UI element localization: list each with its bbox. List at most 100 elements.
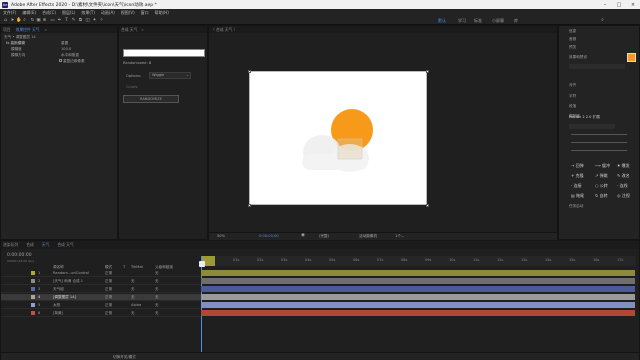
layer-mode[interactable]: 正常 — [105, 279, 112, 284]
corner-handle[interactable] — [426, 70, 429, 73]
layer-label-color[interactable] — [31, 303, 35, 307]
motion-button-link[interactable]: · 连接 — [571, 183, 582, 189]
layer-bar[interactable] — [201, 294, 635, 300]
motion-dropdown[interactable] — [569, 124, 615, 129]
motion-button-burst[interactable]: ✷ 爆发 — [617, 163, 630, 169]
menu-help[interactable]: 帮助(H) — [155, 10, 169, 16]
quality-select[interactable]: (完整) — [319, 234, 329, 239]
roto-brush-tool-icon[interactable]: ✦ — [92, 18, 97, 23]
layer-mode[interactable]: 正常 — [105, 303, 112, 308]
layer-parent[interactable]: 无 — [155, 303, 159, 308]
layer-mode[interactable]: 正常 — [105, 295, 112, 300]
layer-bar[interactable] — [201, 286, 635, 292]
tab-composition-weather[interactable]: 合成 天气 — [121, 27, 137, 33]
motion-button-connect[interactable]: · 连线 — [617, 183, 628, 189]
table-row[interactable]: 1 Random...orlControl 正常 无 — [1, 270, 201, 277]
menu-edit[interactable]: 编辑(E) — [22, 10, 36, 16]
menu-composition[interactable]: 合成(C) — [42, 10, 56, 16]
layer-bar[interactable] — [201, 310, 635, 316]
layer-name[interactable]: [调整图层 14] — [53, 295, 76, 300]
selection-tool-icon[interactable]: ➤ — [10, 18, 15, 23]
motion-button-trail[interactable]: ▤ 拖尾 — [571, 193, 584, 199]
layer-name[interactable]: Random...orlControl — [53, 271, 89, 275]
layer-label-color[interactable] — [31, 279, 35, 283]
layer-bar[interactable] — [201, 302, 635, 308]
workspace-standard[interactable]: 标准 — [474, 18, 482, 24]
camera-tool-icon[interactable]: ▣ — [36, 18, 41, 23]
puppet-tool-icon[interactable]: ✧ — [99, 18, 104, 23]
panel-character[interactable]: 字符 — [569, 94, 576, 99]
panel-effects-presets[interactable]: 效果和预设 — [569, 55, 587, 60]
viewer-timecode[interactable]: 0:00:00:00 — [259, 234, 279, 238]
repeat-edge-checkbox[interactable]: 重复边缘像素 — [59, 59, 85, 64]
panel-info[interactable]: 信息 — [569, 29, 576, 34]
close-icon[interactable]: × — [626, 0, 640, 9]
layer-parent[interactable]: 无 — [155, 295, 159, 300]
layer-parent[interactable]: 无 — [155, 279, 159, 284]
tab-weather[interactable]: 天气 — [42, 242, 50, 248]
panel-audio[interactable]: 音频 — [569, 37, 576, 42]
color-field[interactable] — [123, 49, 205, 57]
zoom-tool-icon[interactable]: ⌕ — [22, 18, 27, 23]
toggle-switches-modes[interactable]: 切换开关/模式 — [113, 355, 136, 360]
layer-mode[interactable]: 正常 — [105, 311, 112, 316]
eraser-tool-icon[interactable]: ◫ — [85, 18, 90, 23]
effect-reset-link[interactable]: 重置 — [61, 41, 68, 46]
table-row[interactable]: 4 [调整图层 14] 正常 无 无 — [1, 294, 201, 301]
menu-effect[interactable]: 效果(T) — [81, 10, 95, 16]
workspace-learn[interactable]: 学习 — [458, 18, 466, 24]
time-ruler[interactable]: 01s 02s 03s 04s 05s 06s 07s 08s 09s 10s … — [201, 256, 635, 266]
tab-project[interactable]: 项目 — [3, 27, 11, 33]
menu-animation[interactable]: 动画(A) — [101, 10, 115, 16]
home-icon[interactable]: ⌂ — [3, 18, 8, 23]
timeline-timecode[interactable]: 0:00:00:00 — [7, 253, 32, 258]
corner-handle[interactable] — [426, 204, 429, 207]
pan-behind-tool-icon[interactable]: ⊕ — [42, 18, 47, 23]
workspace-small-screen[interactable]: 小屏幕 — [492, 18, 504, 24]
menu-window[interactable]: 窗口 — [141, 10, 149, 16]
motion-button-spin[interactable]: ↻ 自转 — [595, 193, 608, 199]
menu-layer[interactable]: 图层(L) — [62, 10, 75, 16]
table-row[interactable]: 3 天气组 正常 无 无 — [1, 286, 201, 293]
layer-parent[interactable]: 无 — [155, 311, 159, 316]
snapshot-icon[interactable]: ◉ — [301, 233, 305, 238]
rectangle-tool-icon[interactable]: ▭ — [50, 18, 55, 23]
search-help-icon[interactable]: ⌕ — [600, 18, 605, 23]
minimize-icon[interactable]: – — [598, 0, 612, 9]
tab-comp-weather[interactable]: 合成 天气 — [57, 242, 73, 248]
effect-gaussian-blur[interactable]: fx 高斯模糊 — [6, 41, 25, 46]
motion-button-jump[interactable]: ↗ 弹跳 — [595, 173, 608, 179]
corner-handle[interactable] — [248, 70, 251, 73]
tab-effect-controls[interactable]: 效果控件 天气 — [16, 27, 40, 33]
layer-trkmat[interactable]: 无 — [131, 295, 135, 300]
menu-file[interactable]: 文件(F) — [3, 10, 16, 16]
motion-button-lookat[interactable]: ◎ 注视 — [617, 193, 630, 199]
layer-trkmat[interactable]: 无 — [131, 287, 135, 292]
blur-direction-select[interactable]: 水平和垂直 — [61, 53, 79, 58]
motion-button-clone[interactable]: + 克隆 — [571, 173, 584, 179]
motion-slider[interactable] — [571, 134, 627, 135]
layer-label-color[interactable] — [31, 311, 35, 315]
rotate-tool-icon[interactable]: ↻ — [30, 18, 35, 23]
layer-mode[interactable]: 正常 — [105, 271, 112, 276]
views-select[interactable]: 1个... — [395, 234, 404, 239]
layer-parent[interactable]: 无 — [155, 271, 159, 276]
layer-parent[interactable]: 无 — [155, 287, 159, 292]
table-row[interactable]: 6 [背景] 正常 无 无 — [1, 310, 201, 317]
tab-more-2[interactable]: » — [141, 27, 143, 32]
panel-paragraph[interactable]: 段落 — [569, 104, 576, 109]
camera-select[interactable]: 活动摄像机 — [359, 234, 377, 239]
composition-canvas[interactable] — [248, 70, 429, 207]
options-dropdown[interactable]: Wiggle ⌄ — [149, 72, 191, 79]
tab-more[interactable]: » — [45, 27, 47, 32]
type-tool-icon[interactable]: T — [64, 18, 69, 23]
maximize-icon[interactable]: □ — [612, 0, 626, 9]
corner-handle[interactable] — [248, 204, 251, 207]
table-row[interactable]: 5 太阳 正常 Alpha 无 — [1, 302, 201, 309]
layer-mode[interactable]: 正常 — [105, 287, 112, 292]
motion-slider[interactable] — [571, 150, 627, 151]
task-launch[interactable]: 任务启动 — [569, 204, 583, 209]
layer-trkmat[interactable]: Alpha — [131, 303, 141, 307]
layer-name[interactable]: 太阳 — [53, 303, 60, 308]
layer-name[interactable]: [天气] 雨滴 合成 1 — [53, 279, 83, 284]
